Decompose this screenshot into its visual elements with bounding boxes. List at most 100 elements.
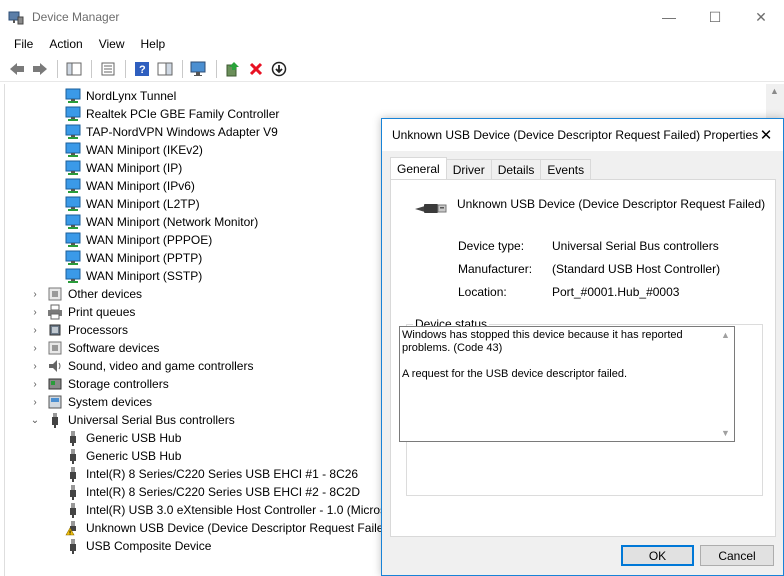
scan-hardware-monitor-icon[interactable] [188, 58, 210, 80]
tree-item[interactable]: WAN Miniport (IKEv2) [65, 141, 203, 159]
ok-button[interactable]: OK [621, 545, 694, 566]
tree-item[interactable]: Intel(R) 8 Series/C220 Series USB EHCI #… [65, 483, 360, 501]
network-adapter-icon [65, 160, 81, 176]
show-hide-console-tree-icon[interactable] [63, 58, 85, 80]
tree-item[interactable]: › Software devices [29, 339, 159, 357]
menu-file[interactable]: File [6, 37, 41, 51]
tree-item-label: WAN Miniport (PPPOE) [86, 233, 213, 247]
tree-item[interactable]: WAN Miniport (IPv6) [65, 177, 195, 195]
network-adapter-icon [65, 88, 81, 104]
dialog-close-button[interactable]: ✕ [749, 119, 783, 151]
tree-item[interactable]: WAN Miniport (PPPOE) [65, 231, 212, 249]
tree-item-label: WAN Miniport (IP) [86, 161, 183, 175]
tree-item-label: WAN Miniport (Network Monitor) [86, 215, 259, 229]
tree-item-label: Generic USB Hub [86, 431, 182, 445]
tree-item[interactable]: Unknown USB Device (Device Descriptor Re… [65, 519, 394, 537]
maximize-button[interactable]: ☐ [692, 0, 738, 34]
device-status-textbox[interactable]: Windows has stopped this device because … [399, 326, 735, 442]
update-driver-icon[interactable] [222, 58, 244, 80]
usb-warning-icon [65, 520, 81, 536]
tab-driver[interactable]: Driver [445, 159, 492, 179]
toolbar-divider [182, 59, 183, 78]
tree-item-label: WAN Miniport (IPv6) [86, 179, 195, 193]
tree-item[interactable]: › Processors [29, 321, 128, 339]
expand-chevron-icon[interactable]: › [29, 397, 41, 408]
tree-item[interactable]: › Other devices [29, 285, 142, 303]
tree-item[interactable]: Intel(R) USB 3.0 eXtensible Host Control… [65, 501, 393, 519]
minimize-button[interactable]: — [646, 0, 692, 34]
tree-item[interactable]: › Sound, video and game controllers [29, 357, 253, 375]
expand-chevron-icon[interactable]: › [29, 343, 41, 354]
toolbar-divider [91, 59, 92, 78]
network-adapter-icon [65, 250, 81, 266]
device-status-text[interactable]: Windows has stopped this device because … [402, 329, 718, 381]
location-label: Location: [458, 285, 507, 299]
tree-item-label: TAP-NordVPN Windows Adapter V9 [86, 125, 278, 139]
tree-item[interactable]: Generic USB Hub [65, 447, 181, 465]
tree-item[interactable]: Generic USB Hub [65, 429, 181, 447]
tree-item-label: Intel(R) USB 3.0 eXtensible Host Control… [86, 503, 393, 517]
action-pane-icon[interactable] [154, 58, 176, 80]
usb-plug-icon [65, 502, 81, 518]
tree-item-label: Intel(R) 8 Series/C220 Series USB EHCI #… [86, 485, 361, 499]
scroll-up-arrow-icon[interactable]: ▲ [721, 330, 730, 340]
tree-item-label: Universal Serial Bus controllers [68, 413, 235, 427]
tree-item[interactable]: WAN Miniport (L2TP) [65, 195, 200, 213]
enable-device-icon[interactable] [268, 58, 290, 80]
expand-chevron-icon[interactable]: › [29, 361, 41, 372]
scroll-up-arrow-icon[interactable]: ▲ [770, 86, 779, 96]
menu-view[interactable]: View [91, 37, 133, 51]
tree-item-label: Unknown USB Device (Device Descriptor Re… [86, 521, 395, 535]
device-manager-icon [8, 9, 24, 25]
tree-item-label: Software devices [68, 341, 160, 355]
collapse-chevron-icon[interactable]: ⌄ [29, 415, 41, 426]
tree-item[interactable]: WAN Miniport (SSTP) [65, 267, 202, 285]
close-window-button[interactable]: ✕ [738, 0, 784, 34]
dialog-title: Unknown USB Device (Device Descriptor Re… [392, 128, 759, 142]
forward-arrow-icon[interactable] [29, 58, 51, 80]
tree-item[interactable]: ⌄ Universal Serial Bus controllers [29, 411, 235, 429]
help-icon[interactable]: ? [131, 58, 153, 80]
tree-item[interactable]: Realtek PCIe GBE Family Controller [65, 105, 279, 123]
expand-chevron-icon[interactable]: › [29, 307, 41, 318]
tree-item[interactable]: WAN Miniport (Network Monitor) [65, 213, 258, 231]
tree-item-label: WAN Miniport (IKEv2) [86, 143, 203, 157]
device-type-value: Universal Serial Bus controllers [552, 239, 719, 253]
menu-action[interactable]: Action [41, 37, 90, 51]
svg-text:?: ? [139, 64, 146, 76]
cancel-button[interactable]: Cancel [700, 545, 774, 566]
tree-item[interactable]: › Storage controllers [29, 375, 169, 393]
uninstall-device-icon[interactable] [245, 58, 267, 80]
status-scrollbar[interactable]: ▲ ▼ [717, 327, 734, 441]
tree-item[interactable]: › System devices [29, 393, 152, 411]
expand-chevron-icon[interactable]: › [29, 289, 41, 300]
manufacturer-value: (Standard USB Host Controller) [552, 262, 721, 276]
tree-item-label: Other devices [68, 287, 143, 301]
tree-item[interactable]: TAP-NordVPN Windows Adapter V9 [65, 123, 278, 141]
tree-item[interactable]: NordLynx Tunnel [65, 87, 176, 105]
back-arrow-icon[interactable] [6, 58, 28, 80]
tree-item[interactable]: USB Composite Device [65, 537, 211, 555]
tree-item-label: Sound, video and game controllers [68, 359, 254, 373]
tree-item[interactable]: WAN Miniport (PPTP) [65, 249, 202, 267]
scroll-down-arrow-icon[interactable]: ▼ [721, 428, 730, 438]
tree-item-label: WAN Miniport (PPTP) [86, 251, 203, 265]
tree-item[interactable]: WAN Miniport (IP) [65, 159, 182, 177]
system-device-icon [47, 394, 63, 410]
tree-item[interactable]: Intel(R) 8 Series/C220 Series USB EHCI #… [65, 465, 358, 483]
storage-controller-icon [47, 376, 63, 392]
properties-sheet-icon[interactable] [97, 58, 119, 80]
expand-chevron-icon[interactable]: › [29, 325, 41, 336]
menu-help[interactable]: Help [133, 37, 174, 51]
toolbar-divider [57, 59, 58, 78]
tab-general[interactable]: General [390, 157, 447, 179]
tree-item-label: NordLynx Tunnel [86, 89, 177, 103]
tree-item[interactable]: › Print queues [29, 303, 135, 321]
usb-controller-icon [47, 412, 63, 428]
expand-chevron-icon[interactable]: › [29, 379, 41, 390]
tree-item-label: Storage controllers [68, 377, 169, 391]
tab-events[interactable]: Events [540, 159, 592, 179]
tree-item-label: USB Composite Device [86, 539, 212, 553]
tab-details[interactable]: Details [490, 159, 542, 179]
tree-item-label: Processors [68, 323, 129, 337]
